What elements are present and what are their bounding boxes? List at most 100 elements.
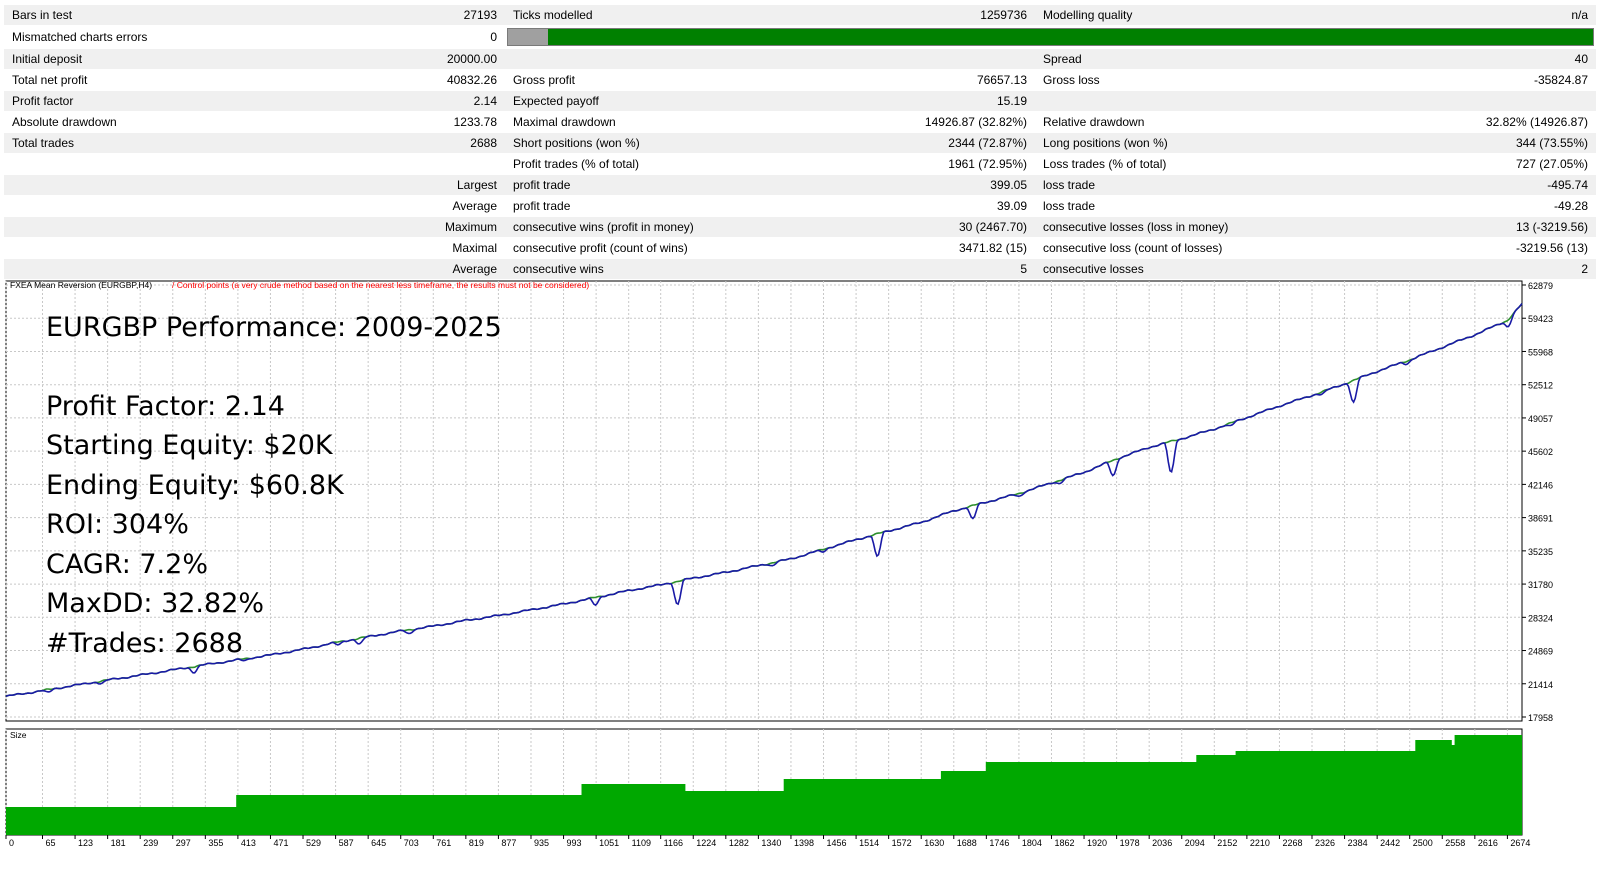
report-label: Mismatched charts errors bbox=[4, 25, 205, 49]
report-label: consecutive wins bbox=[505, 258, 705, 280]
x-tick-label: 935 bbox=[534, 838, 549, 848]
report-row: Largest profit trade 399.05 loss trade -495.… bbox=[4, 174, 1596, 196]
report-row: Initial deposit 20000.00 Spread 40 bbox=[4, 48, 1596, 70]
y-tick-label: 55968 bbox=[1528, 347, 1553, 357]
report-value: -49.28 bbox=[1235, 195, 1596, 217]
x-tick-label: 761 bbox=[436, 838, 451, 848]
report-label: consecutive profit (count of wins) bbox=[505, 237, 705, 259]
report-value: -35824.87 bbox=[1235, 69, 1596, 91]
report-label bbox=[4, 258, 205, 280]
report-value: 399.05 bbox=[705, 174, 1035, 196]
x-tick-label: 2616 bbox=[1478, 838, 1498, 848]
report-label: Total net profit bbox=[4, 69, 205, 91]
report-label: Gross profit bbox=[505, 69, 705, 91]
report-label: Profit factor bbox=[4, 90, 205, 112]
y-tick-label: 24869 bbox=[1528, 647, 1553, 657]
report-value: 1961 (72.95%) bbox=[705, 153, 1035, 175]
x-tick-label: 1456 bbox=[827, 838, 847, 848]
x-tick-label: 2036 bbox=[1152, 838, 1172, 848]
report-value: 40832.26 bbox=[205, 69, 505, 91]
x-tick-label: 0 bbox=[9, 838, 14, 848]
x-tick-label: 1340 bbox=[761, 838, 781, 848]
x-tick-label: 703 bbox=[404, 838, 419, 848]
report-value bbox=[705, 48, 1035, 70]
overlay-stat: ROI: 304% bbox=[46, 509, 189, 540]
modelling-quality-fill bbox=[508, 29, 549, 45]
report-value: Maximal bbox=[205, 237, 505, 259]
report-table: Bars in test 27193 Ticks modelled 1259736 Mo… bbox=[4, 4, 1596, 280]
report-label bbox=[505, 48, 705, 70]
report-row: Absolute drawdown 1233.78 Maximal drawdown… bbox=[4, 111, 1596, 133]
x-tick-label: 1514 bbox=[859, 838, 879, 848]
report-value: Average bbox=[205, 258, 505, 280]
chart-header-note: / Control points (a very crude method ba… bbox=[172, 280, 589, 290]
size-label: Size bbox=[10, 730, 27, 740]
modelling-quality-bar-cell bbox=[505, 25, 1596, 49]
x-tick-label: 877 bbox=[501, 838, 516, 848]
y-tick-label: 49057 bbox=[1528, 414, 1553, 424]
report-value: 5 bbox=[705, 258, 1035, 280]
report-value: 727 (27.05%) bbox=[1235, 153, 1596, 175]
report-label: consecutive wins (profit in money) bbox=[505, 216, 705, 238]
report-value: 1233.78 bbox=[205, 111, 505, 133]
performance-summary: EURGBP Performance: 2009-2025 Profit Fact… bbox=[46, 308, 502, 663]
x-tick-label: 413 bbox=[241, 838, 256, 848]
x-tick-label: 1282 bbox=[729, 838, 749, 848]
report-value: 344 (73.55%) bbox=[1235, 132, 1596, 154]
report-label: consecutive losses bbox=[1035, 258, 1235, 280]
y-tick-label: 38691 bbox=[1528, 514, 1553, 524]
report-row: Total trades 2688 Short positions (won %) 2… bbox=[4, 132, 1596, 154]
report-value: Average bbox=[205, 195, 505, 217]
y-tick-label: 21414 bbox=[1528, 680, 1553, 690]
report-value: 13 (-3219.56) bbox=[1235, 216, 1596, 238]
report-row: Profit factor 2.14 Expected payoff 15.19 bbox=[4, 90, 1596, 112]
x-tick-label: 123 bbox=[78, 838, 93, 848]
y-tick-label: 28324 bbox=[1528, 613, 1553, 623]
report-label bbox=[4, 195, 205, 217]
report-label: Total trades bbox=[4, 132, 205, 154]
overlay-stat: #Trades: 2688 bbox=[46, 627, 244, 659]
report-value: 2688 bbox=[205, 132, 505, 154]
report-row: Average consecutive wins 5 consecutive loss… bbox=[4, 258, 1596, 280]
x-tick-label: 819 bbox=[469, 838, 484, 848]
x-tick-label: 65 bbox=[45, 838, 55, 848]
x-tick-label: 645 bbox=[371, 838, 386, 848]
x-tick-label: 1630 bbox=[924, 838, 944, 848]
report-label: Loss trades (% of total) bbox=[1035, 153, 1235, 175]
report-label bbox=[4, 153, 205, 175]
report-value bbox=[205, 153, 505, 175]
x-tick-label: 2500 bbox=[1413, 838, 1433, 848]
report-label: Profit trades (% of total) bbox=[505, 153, 705, 175]
report-label: Maximal drawdown bbox=[505, 111, 705, 133]
chart-header-title: FXEA Mean Reversion (EURGBP,H4) bbox=[10, 280, 152, 290]
x-tick-label: 2210 bbox=[1250, 838, 1270, 848]
x-tick-label: 1109 bbox=[632, 838, 651, 848]
x-tick-label: 1920 bbox=[1087, 838, 1107, 848]
report-label bbox=[1035, 90, 1235, 112]
report-label: profit trade bbox=[505, 195, 705, 217]
overlay-title: EURGBP Performance: 2009-2025 bbox=[46, 312, 502, 343]
x-tick-label: 1398 bbox=[794, 838, 814, 848]
y-tick-label: 31780 bbox=[1528, 580, 1553, 590]
x-tick-label: 2674 bbox=[1510, 838, 1530, 848]
report-label: Initial deposit bbox=[4, 48, 205, 70]
overlay-stat: Starting Equity: $20K bbox=[46, 430, 333, 461]
report-value: 3471.82 (15) bbox=[705, 237, 1035, 259]
x-tick-label: 297 bbox=[176, 838, 191, 848]
report-label: consecutive losses (loss in money) bbox=[1035, 216, 1235, 238]
report-label bbox=[4, 216, 205, 238]
x-tick-label: 239 bbox=[143, 838, 158, 848]
report-label: Spread bbox=[1035, 48, 1235, 70]
report-value: n/a bbox=[1235, 4, 1596, 26]
report-row: Mismatched charts errors 0 bbox=[4, 25, 1596, 49]
report-label: consecutive loss (count of losses) bbox=[1035, 237, 1235, 259]
x-tick-label: 1224 bbox=[696, 838, 716, 848]
report-value: 20000.00 bbox=[205, 48, 505, 70]
report-value bbox=[1235, 90, 1596, 112]
report-value: -495.74 bbox=[1235, 174, 1596, 196]
report-label: Expected payoff bbox=[505, 90, 705, 112]
x-tick-label: 1804 bbox=[1022, 838, 1042, 848]
overlay-stat: Profit Factor: 2.14 bbox=[46, 390, 285, 422]
report-label: Bars in test bbox=[4, 4, 205, 26]
y-tick-label: 62879 bbox=[1528, 281, 1553, 291]
